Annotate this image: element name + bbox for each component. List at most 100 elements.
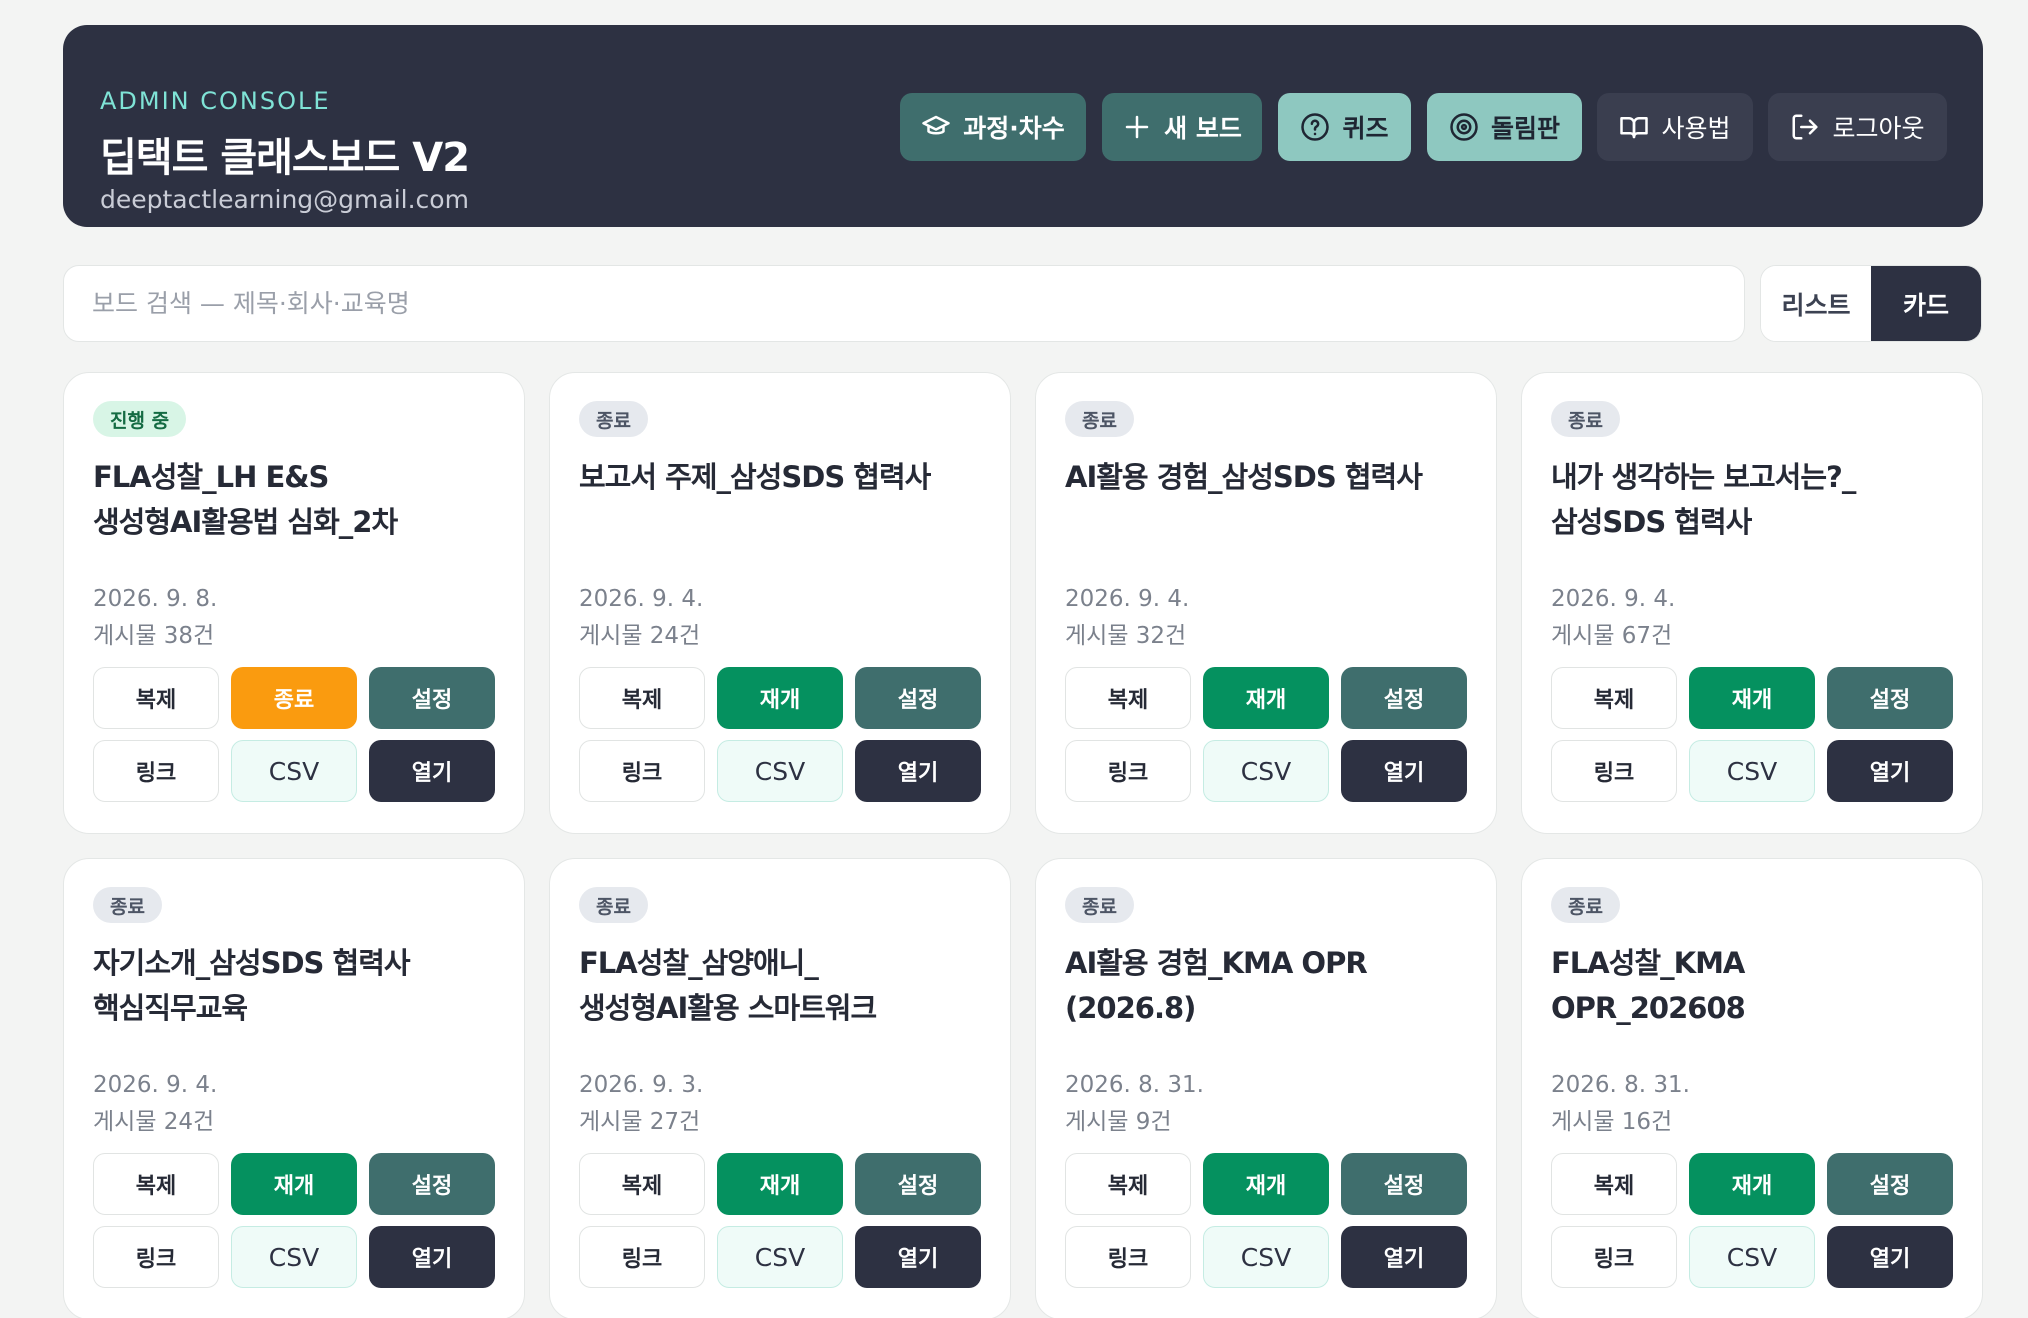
csv-button[interactable]: CSV: [717, 1226, 843, 1288]
list-view-tab[interactable]: 리스트: [1761, 266, 1871, 341]
csv-button[interactable]: CSV: [1689, 1226, 1815, 1288]
board-card[interactable]: 종료 AI활용 경험_삼성SDS 협력사 2026. 9. 4. 게시물 32건…: [1035, 372, 1497, 834]
link-button[interactable]: 링크: [579, 740, 705, 802]
quiz-label: 퀴즈: [1342, 114, 1389, 143]
wheel-icon: [1450, 113, 1478, 141]
copy-button[interactable]: 복제: [93, 667, 219, 729]
guide-button[interactable]: 사용법: [1597, 93, 1753, 161]
post-count: 게시물 16건: [1551, 1109, 1673, 1135]
post-count: 게시물 27건: [579, 1109, 701, 1135]
plus-icon: [1125, 115, 1149, 139]
board-card[interactable]: 종료 AI활용 경험_KMA OPR (2026.8) 2026. 8. 31.…: [1035, 858, 1497, 1318]
admin-console-label: ADMIN CONSOLE: [100, 87, 331, 115]
link-button[interactable]: 링크: [93, 1226, 219, 1288]
settings-button[interactable]: 설정: [855, 667, 981, 729]
guide-label: 사용법: [1661, 114, 1731, 143]
board-card[interactable]: 종료 보고서 주제_삼성SDS 협력사 2026. 9. 4. 게시물 24건 …: [549, 372, 1011, 834]
copy-button[interactable]: 복제: [1065, 667, 1191, 729]
settings-button[interactable]: 설정: [855, 1153, 981, 1215]
copy-button[interactable]: 복제: [1551, 667, 1677, 729]
board-date: 2026. 9. 3.: [579, 1072, 704, 1098]
board-search-input[interactable]: [63, 265, 1745, 342]
board-card[interactable]: 종료 자기소개_삼성SDS 협력사 핵심직무교육 2026. 9. 4. 게시물…: [63, 858, 525, 1318]
book-icon: [1620, 117, 1649, 139]
post-count: 게시물 24건: [93, 1109, 215, 1135]
status-badge: 종료: [1551, 401, 1620, 437]
csv-button[interactable]: CSV: [1689, 740, 1815, 802]
board-date: 2026. 8. 31.: [1551, 1072, 1690, 1098]
board-title: 보고서 주제_삼성SDS 협력사: [579, 460, 931, 494]
csv-button[interactable]: CSV: [1203, 1226, 1329, 1288]
board-date: 2026. 9. 4.: [1551, 586, 1676, 612]
link-button[interactable]: 링크: [1065, 1226, 1191, 1288]
status-badge: 종료: [579, 887, 648, 923]
board-title: FLA성찰_삼양애니_ 생성형AI활용 스마트워크: [579, 946, 877, 1025]
status-badge: 종료: [579, 401, 648, 437]
logout-button[interactable]: 로그아웃: [1768, 93, 1947, 161]
new-board-button[interactable]: 새 보드: [1102, 93, 1262, 161]
board-title: FLA성찰_LH E&S 생성형AI활용법 심화_2차: [93, 460, 398, 539]
settings-button[interactable]: 설정: [369, 667, 495, 729]
csv-button[interactable]: CSV: [1203, 740, 1329, 802]
board-card[interactable]: 진행 중 FLA성찰_LH E&S 생성형AI활용법 심화_2차 2026. 9…: [63, 372, 525, 834]
settings-button[interactable]: 설정: [1827, 1153, 1953, 1215]
course-session-button[interactable]: 과정·차수: [900, 93, 1086, 161]
settings-button[interactable]: 설정: [1341, 1153, 1467, 1215]
resume-board-button[interactable]: 재개: [1689, 667, 1815, 729]
board-date: 2026. 9. 4.: [1065, 586, 1190, 612]
post-count: 게시물 67건: [1551, 623, 1673, 649]
board-card[interactable]: 종료 FLA성찰_KMA OPR_202608 2026. 8. 31. 게시물…: [1521, 858, 1983, 1318]
post-count: 게시물 38건: [93, 623, 215, 649]
post-count: 게시물 9건: [1065, 1109, 1172, 1135]
resume-board-button[interactable]: 재개: [1203, 1153, 1329, 1215]
resume-board-button[interactable]: 재개: [717, 1153, 843, 1215]
board-date: 2026. 9. 4.: [579, 586, 704, 612]
board-date: 2026. 9. 8.: [93, 586, 218, 612]
status-badge: 진행 중: [93, 401, 187, 437]
open-button[interactable]: 열기: [1341, 1226, 1467, 1288]
link-button[interactable]: 링크: [1551, 1226, 1677, 1288]
card-view-tab[interactable]: 카드: [1871, 266, 1981, 341]
open-button[interactable]: 열기: [855, 1226, 981, 1288]
wheel-label: 돌림판: [1490, 114, 1560, 143]
link-button[interactable]: 링크: [1065, 740, 1191, 802]
board-date: 2026. 8. 31.: [1065, 1072, 1204, 1098]
link-button[interactable]: 링크: [93, 740, 219, 802]
copy-button[interactable]: 복제: [579, 667, 705, 729]
csv-button[interactable]: CSV: [231, 1226, 357, 1288]
wheel-button[interactable]: 돌림판: [1427, 93, 1582, 161]
end-board-button[interactable]: 종료: [231, 667, 357, 729]
board-title: AI활용 경험_KMA OPR (2026.8): [1065, 946, 1368, 1025]
open-button[interactable]: 열기: [855, 740, 981, 802]
board-card[interactable]: 종료 내가 생각하는 보고서는?_ 삼성SDS 협력사 2026. 9. 4. …: [1521, 372, 1983, 834]
open-button[interactable]: 열기: [1827, 740, 1953, 802]
new-board-label: 새 보드: [1164, 114, 1242, 143]
csv-button[interactable]: CSV: [231, 740, 357, 802]
resume-board-button[interactable]: 재개: [1203, 667, 1329, 729]
status-badge: 종료: [1065, 401, 1134, 437]
open-button[interactable]: 열기: [369, 1226, 495, 1288]
csv-button[interactable]: CSV: [717, 740, 843, 802]
resume-board-button[interactable]: 재개: [231, 1153, 357, 1215]
copy-button[interactable]: 복제: [93, 1153, 219, 1215]
copy-button[interactable]: 복제: [1551, 1153, 1677, 1215]
open-button[interactable]: 열기: [1827, 1226, 1953, 1288]
account-email: deeptactlearning@gmail.com: [100, 185, 469, 214]
link-button[interactable]: 링크: [1551, 740, 1677, 802]
open-button[interactable]: 열기: [1341, 740, 1467, 802]
settings-button[interactable]: 설정: [1341, 667, 1467, 729]
resume-board-button[interactable]: 재개: [717, 667, 843, 729]
status-badge: 종료: [1065, 887, 1134, 923]
copy-button[interactable]: 복제: [1065, 1153, 1191, 1215]
board-title: AI활용 경험_삼성SDS 협력사: [1065, 460, 1423, 494]
open-button[interactable]: 열기: [369, 740, 495, 802]
settings-button[interactable]: 설정: [369, 1153, 495, 1215]
quiz-button[interactable]: 퀴즈: [1278, 93, 1411, 161]
logout-label: 로그아웃: [1832, 114, 1925, 143]
settings-button[interactable]: 설정: [1827, 667, 1953, 729]
header-bar: ADMIN CONSOLE 딥택트 클래스보드 V2 deeptactlearn…: [63, 25, 1983, 227]
copy-button[interactable]: 복제: [579, 1153, 705, 1215]
resume-board-button[interactable]: 재개: [1689, 1153, 1815, 1215]
board-card[interactable]: 종료 FLA성찰_삼양애니_ 생성형AI활용 스마트워크 2026. 9. 3.…: [549, 858, 1011, 1318]
link-button[interactable]: 링크: [579, 1226, 705, 1288]
